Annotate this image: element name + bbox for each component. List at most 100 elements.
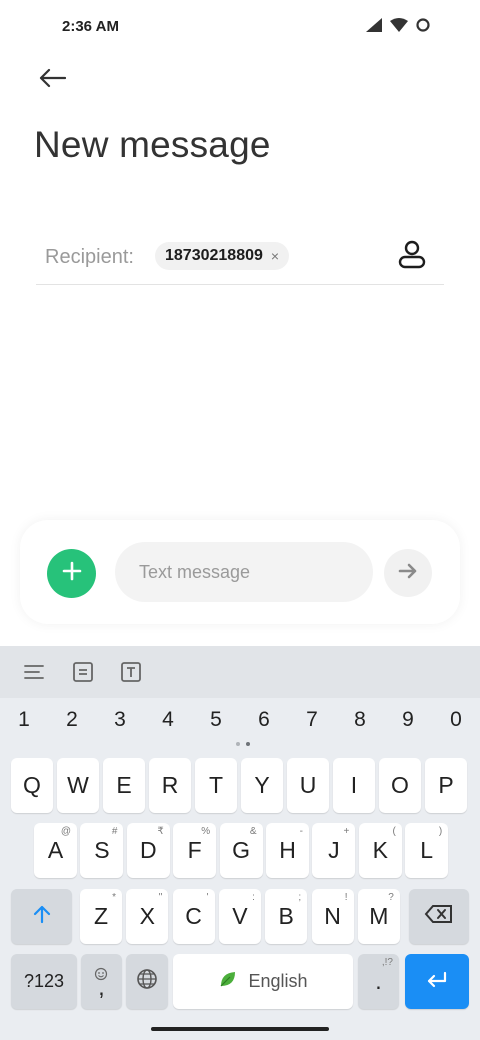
key-z[interactable]: * Z bbox=[80, 889, 122, 944]
send-button[interactable] bbox=[384, 549, 432, 597]
recipient-row[interactable]: Recipient: 18730218809 × bbox=[36, 232, 444, 285]
language-key[interactable] bbox=[126, 954, 168, 1009]
key-a[interactable]: @ A bbox=[34, 823, 77, 878]
symbols-key[interactable]: ?123 bbox=[11, 954, 77, 1009]
backspace-icon bbox=[424, 903, 454, 930]
comma-key[interactable]: , bbox=[81, 954, 122, 1009]
key-j[interactable]: + J bbox=[312, 823, 356, 878]
key-v[interactable]: :V bbox=[218, 889, 261, 944]
key-p[interactable]: P bbox=[425, 758, 467, 813]
key-y[interactable]: Y bbox=[241, 758, 283, 813]
key-w[interactable]: W bbox=[57, 758, 99, 813]
clipboard-icon[interactable] bbox=[69, 658, 97, 686]
shift-arrow-up-icon bbox=[32, 903, 52, 930]
period-label: . bbox=[375, 968, 382, 994]
key-d[interactable]: ₹ D bbox=[126, 823, 170, 878]
key-o[interactable]: O bbox=[379, 758, 421, 813]
number-key[interactable]: 9 bbox=[388, 708, 428, 732]
key-u[interactable]: U bbox=[287, 758, 329, 813]
home-indicator[interactable] bbox=[151, 1027, 329, 1031]
align-left-icon[interactable] bbox=[20, 658, 48, 686]
key-x[interactable]: " X bbox=[126, 889, 169, 944]
key-hint: ? bbox=[388, 892, 394, 903]
key-label: R bbox=[161, 772, 179, 798]
enter-arrow-icon bbox=[425, 968, 449, 995]
number-key[interactable]: 4 bbox=[148, 708, 188, 732]
attach-button[interactable] bbox=[47, 549, 96, 598]
contact-picker-button[interactable] bbox=[394, 238, 430, 274]
recipient-chip[interactable]: 18730218809 × bbox=[155, 242, 290, 270]
key-label: O bbox=[391, 772, 409, 798]
key-label: C bbox=[185, 903, 202, 929]
key-b[interactable]: ; B bbox=[265, 889, 308, 944]
key-hint: : bbox=[252, 892, 255, 903]
key-f[interactable]: % F bbox=[173, 823, 217, 878]
page-title: New message bbox=[34, 124, 271, 165]
key-hint: ₹ bbox=[157, 826, 164, 837]
number-key[interactable]: 3 bbox=[100, 708, 140, 732]
key-label: F bbox=[187, 837, 202, 863]
text-format-icon[interactable] bbox=[117, 658, 145, 686]
keyboard: 1234567890 QWERTYUIOP @ A # S ₹ D% F & G - H + J(K) L… bbox=[0, 646, 480, 1040]
key-g[interactable]: & G bbox=[219, 823, 263, 878]
key-label: S bbox=[94, 837, 110, 863]
key-label: W bbox=[67, 772, 89, 798]
key-m[interactable]: ? M bbox=[357, 889, 400, 944]
period-key[interactable]: ,!? . bbox=[358, 954, 399, 1009]
key-i[interactable]: I bbox=[333, 758, 375, 813]
space-key[interactable]: English bbox=[173, 954, 353, 1009]
back-button[interactable] bbox=[30, 62, 74, 98]
arrow-right-icon bbox=[398, 562, 418, 585]
plus-icon bbox=[62, 561, 82, 586]
key-s[interactable]: # S bbox=[80, 823, 124, 878]
emoji-icon bbox=[94, 960, 108, 987]
key-k[interactable]: (K bbox=[358, 823, 402, 878]
dnd-icon bbox=[416, 18, 430, 32]
text-message-input[interactable] bbox=[115, 542, 373, 602]
key-t[interactable]: T bbox=[195, 758, 237, 813]
number-key[interactable]: 6 bbox=[244, 708, 284, 732]
key-e[interactable]: E bbox=[103, 758, 145, 813]
key-hint: ; bbox=[298, 892, 302, 903]
signal-icon bbox=[366, 18, 382, 32]
key-hint: - bbox=[299, 826, 303, 837]
status-icons bbox=[366, 18, 430, 32]
key-c[interactable]: ' C bbox=[172, 889, 215, 944]
key-label: A bbox=[47, 837, 64, 863]
recipient-label: Recipient: bbox=[45, 246, 134, 268]
space-key-label: English bbox=[248, 971, 308, 991]
key-l[interactable]: ) L bbox=[405, 823, 449, 878]
number-row: 1234567890 bbox=[0, 708, 480, 738]
number-key[interactable]: 0 bbox=[436, 708, 476, 732]
shift-key[interactable] bbox=[11, 889, 72, 944]
key-hint: ) bbox=[438, 826, 443, 837]
key-label: U bbox=[299, 772, 317, 798]
wifi-icon bbox=[390, 18, 408, 32]
key-label: J bbox=[328, 837, 340, 863]
backspace-key[interactable] bbox=[409, 889, 469, 944]
key-label: M bbox=[369, 903, 389, 929]
number-key[interactable]: 1 bbox=[4, 708, 44, 732]
key-n[interactable]: ! N bbox=[311, 889, 354, 944]
key-q[interactable]: Q bbox=[11, 758, 53, 813]
status-bar: 2:36 AM bbox=[0, 0, 480, 56]
number-key[interactable]: 5 bbox=[196, 708, 236, 732]
recipient-chip-number: 18730218809 bbox=[165, 247, 263, 264]
key-hint: " bbox=[158, 892, 163, 903]
key-h[interactable]: -H bbox=[266, 823, 309, 878]
key-label: H bbox=[279, 837, 296, 863]
key-hint: ' bbox=[206, 892, 209, 903]
number-key[interactable]: 2 bbox=[52, 708, 92, 732]
key-label: Q bbox=[23, 772, 41, 798]
chip-remove-icon[interactable]: × bbox=[271, 248, 279, 264]
leaf-icon bbox=[218, 969, 238, 994]
key-label: K bbox=[372, 837, 388, 863]
enter-key[interactable] bbox=[405, 954, 469, 1009]
period-hint: ,!? bbox=[381, 957, 393, 968]
number-key[interactable]: 7 bbox=[292, 708, 332, 732]
number-key[interactable]: 8 bbox=[340, 708, 380, 732]
key-r[interactable]: R bbox=[149, 758, 191, 813]
key-hint: % bbox=[201, 826, 211, 837]
key-hint: ( bbox=[392, 826, 396, 837]
key-label: P bbox=[438, 772, 454, 798]
